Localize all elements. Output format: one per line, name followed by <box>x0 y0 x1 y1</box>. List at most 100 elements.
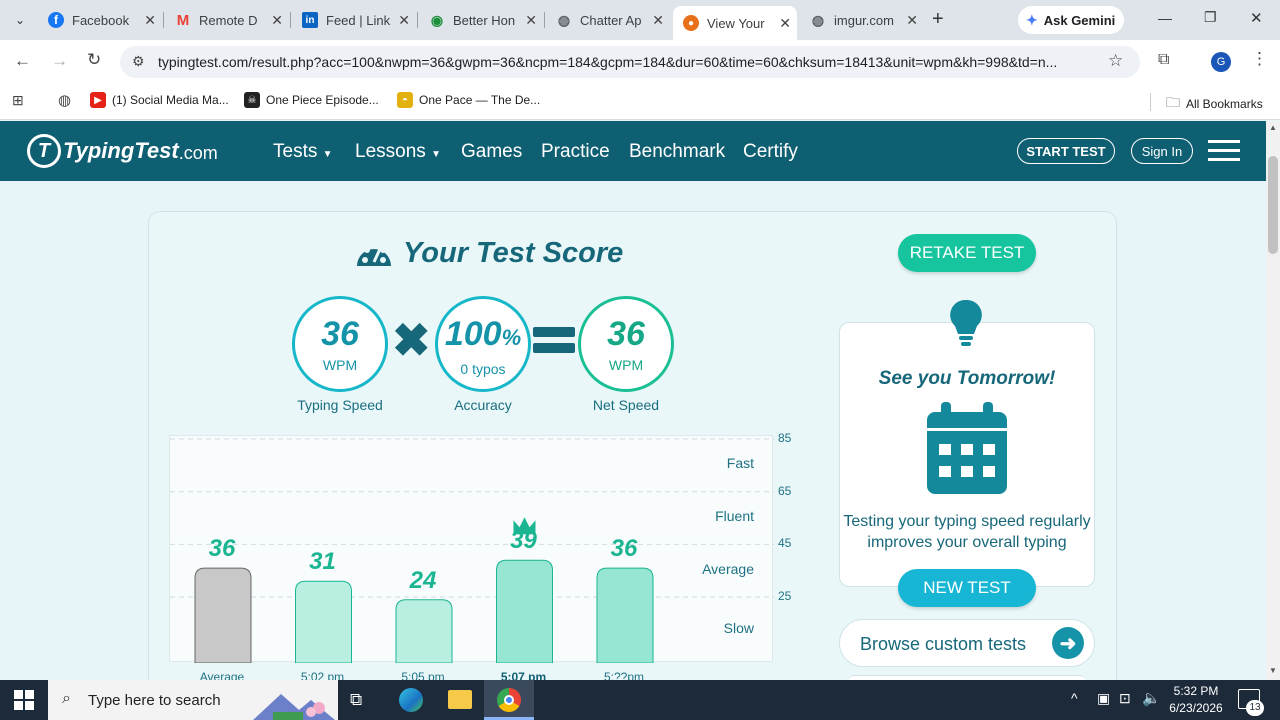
restore-icon[interactable]: ❐ <box>1204 9 1217 26</box>
search-icon: ⌕ <box>62 690 71 707</box>
one-piece-icon: ☠ <box>244 92 260 108</box>
accuracy-circle: 100% 0 typos <box>435 296 531 392</box>
menu-kebab-icon[interactable]: ⋮ <box>1251 49 1268 69</box>
bar-value-label: 31 <box>309 548 336 576</box>
close-icon[interactable]: ✕ <box>779 15 791 32</box>
reload-icon[interactable]: ↻ <box>87 50 101 70</box>
tab-title: imgur.com <box>834 12 894 28</box>
net-speed-unit: WPM <box>608 357 644 373</box>
windows-start-icon[interactable] <box>14 690 34 710</box>
new-tab-icon[interactable]: + <box>932 8 944 31</box>
site-logo[interactable]: T TypingTest .com <box>27 134 218 168</box>
hamburger-menu-icon[interactable] <box>1208 140 1240 162</box>
search-placeholder: Type here to search <box>88 692 221 709</box>
file-explorer-icon[interactable] <box>448 690 472 709</box>
all-bookmarks-label: All Bookmarks <box>1186 97 1263 111</box>
task-view-icon[interactable]: ⧉ <box>350 690 362 710</box>
tab-better-hon[interactable]: ◉ Better Hon ✕ <box>419 6 543 34</box>
new-test-button[interactable]: NEW TEST <box>898 569 1036 607</box>
back-icon[interactable]: ← <box>14 51 31 71</box>
browse-custom-tests-link[interactable]: Browse custom tests ➜ <box>839 619 1095 667</box>
tab-chatter[interactable]: ◍ Chatter Ap ✕ <box>546 6 670 34</box>
device-icon[interactable]: ▣ <box>1097 690 1110 707</box>
tab-view-your-active[interactable]: ● View Your ✕ <box>673 6 797 40</box>
tab-linkedin[interactable]: in Feed | Link ✕ <box>292 6 416 34</box>
zone-label: Fluent <box>715 508 754 525</box>
minimize-icon[interactable]: — <box>1158 10 1172 26</box>
tab-gmail[interactable]: M Remote D ✕ <box>165 6 289 34</box>
edge-icon[interactable] <box>399 688 423 712</box>
show-hidden-icons[interactable]: ^ <box>1071 690 1078 706</box>
zone-label: Average <box>702 560 754 577</box>
scroll-up-icon[interactable]: ▲ <box>1269 123 1277 132</box>
close-icon[interactable]: ✕ <box>144 12 156 29</box>
url-text[interactable]: typingtest.com/result.php?acc=100&nwpm=3… <box>158 54 1093 70</box>
caret-down-icon: ▼ <box>322 149 333 160</box>
accuracy-value: 100 <box>444 315 502 353</box>
lightbulb-icon <box>950 299 982 346</box>
y-tick-label: 65 <box>778 483 792 498</box>
clock[interactable]: 5:32 PM 6/23/2026 <box>1164 683 1228 717</box>
tab-title: Better Hon <box>453 12 516 28</box>
page-scrollbar[interactable]: ▲ ▼ <box>1266 121 1280 680</box>
ask-gemini-button[interactable]: ✦ Ask Gemini <box>1018 6 1124 34</box>
windows-taskbar: ⌕ Type here to search ⧉ ^ ▣ ⊡ 🔈 5:32 PM … <box>0 680 1280 720</box>
zone-label: Slow <box>723 620 754 637</box>
chart-bar <box>194 567 252 663</box>
browser-tab-strip: ⌄ f Facebook ✕ M Remote D ✕ in Feed | Li… <box>0 0 1280 40</box>
nav-games[interactable]: Games <box>461 141 522 163</box>
site-info-icon[interactable]: ⚙ <box>132 53 145 70</box>
nav-tests[interactable]: Tests ▼ <box>273 141 333 163</box>
start-test-button[interactable]: START TEST <box>1017 138 1115 164</box>
typing-speed-label: Typing Speed <box>297 397 383 413</box>
tab-imgur[interactable]: ◍ imgur.com ✕ <box>800 6 924 34</box>
accuracy-percent: % <box>501 325 522 350</box>
close-icon[interactable]: ✕ <box>906 12 918 29</box>
profile-avatar[interactable]: G <box>1211 52 1231 72</box>
logo-text: TypingTest <box>63 138 179 163</box>
extensions-icon[interactable]: ⧉ <box>1158 51 1169 69</box>
net-speed-label: Net Speed <box>592 397 660 413</box>
volume-icon[interactable]: 🔈 <box>1142 689 1161 707</box>
address-bar[interactable]: ⚙ typingtest.com/result.php?acc=100&nwpm… <box>120 46 1140 78</box>
close-icon[interactable]: ✕ <box>398 12 410 29</box>
forward-icon[interactable]: → <box>51 51 68 71</box>
chrome-taskbar-icon[interactable] <box>484 680 534 720</box>
youtube-icon: ▶ <box>90 92 106 108</box>
apps-grid-icon[interactable]: ⊞ <box>12 92 24 109</box>
gmail-icon: M <box>176 11 190 29</box>
tab-search-icon[interactable]: ⌄ <box>8 8 32 32</box>
bookmark-label: (1) Social Media Ma... <box>112 93 229 107</box>
nav-practice[interactable]: Practice <box>541 141 610 163</box>
close-icon[interactable]: ✕ <box>652 12 664 29</box>
close-icon[interactable]: ✕ <box>525 12 537 29</box>
nav-benchmark[interactable]: Benchmark <box>629 141 725 163</box>
retake-test-button[interactable]: RETAKE TEST <box>898 234 1036 272</box>
tab-title: Chatter Ap <box>580 12 642 28</box>
landscape-icon <box>253 694 335 720</box>
tab-title: Remote D <box>199 12 258 28</box>
all-bookmarks[interactable]: 🗀 All Bookmarks <box>1166 92 1263 116</box>
nav-lessons[interactable]: Lessons ▼ <box>355 141 441 163</box>
bookmark-social-media[interactable]: ▶ (1) Social Media Ma... <box>90 92 229 108</box>
arrow-right-circle-icon: ➜ <box>1052 627 1084 659</box>
close-icon[interactable]: ✕ <box>271 12 283 29</box>
nav-certify[interactable]: Certify <box>743 141 798 163</box>
calendar-icon <box>927 402 1007 494</box>
bookmark-one-piece[interactable]: ☠ One Piece Episode... <box>244 92 379 108</box>
logo-t-icon: T <box>27 134 61 168</box>
bookmark-one-pace[interactable]: ◓ One Pace — The De... <box>397 92 540 108</box>
taskbar-search[interactable]: ⌕ Type here to search <box>48 680 338 720</box>
scroll-down-icon[interactable]: ▼ <box>1269 666 1277 675</box>
network-icon[interactable]: ⊡ <box>1119 690 1131 707</box>
sign-in-button[interactable]: Sign In <box>1131 138 1193 164</box>
typing-speed-circle: 36 WPM <box>292 296 388 392</box>
scroll-thumb[interactable] <box>1268 156 1278 254</box>
close-window-icon[interactable]: ✕ <box>1250 9 1263 27</box>
tab-facebook[interactable]: f Facebook ✕ <box>38 6 162 34</box>
y-tick-label: 45 <box>778 536 792 551</box>
linkedin-icon: in <box>302 12 318 28</box>
eye-icon: ◉ <box>430 11 444 28</box>
globe-icon[interactable]: ◍ <box>58 91 71 109</box>
bookmark-star-icon[interactable]: ☆ <box>1108 51 1123 71</box>
